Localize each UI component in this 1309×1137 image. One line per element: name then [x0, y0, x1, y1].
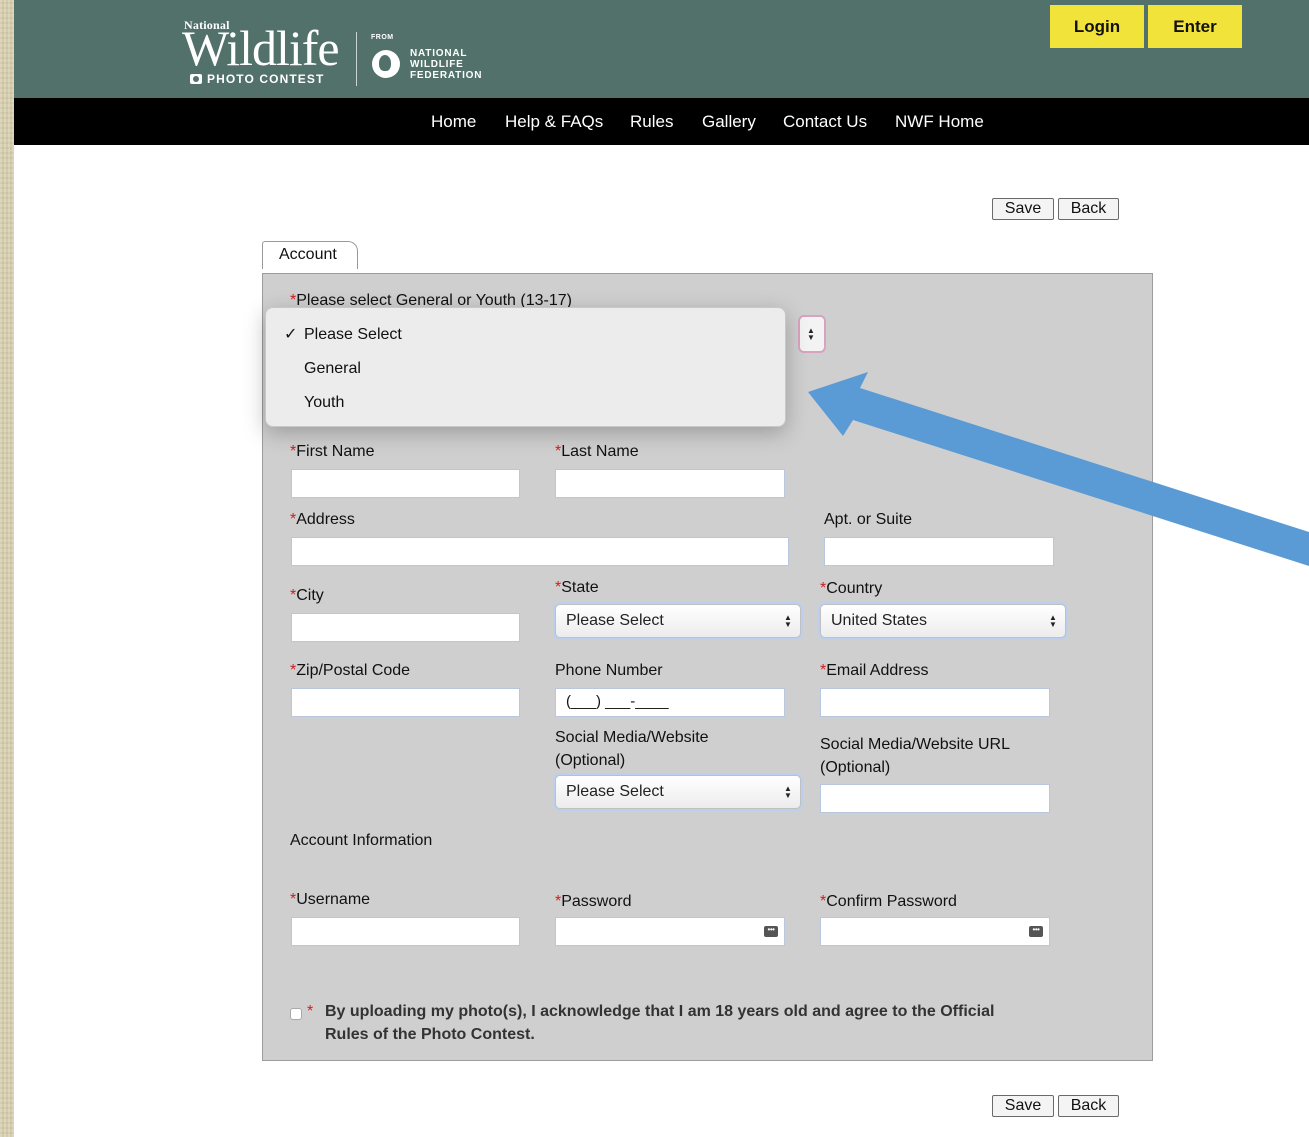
annotation-arrow-icon — [808, 372, 1309, 566]
annotation-arrow-shape — [808, 372, 1309, 566]
